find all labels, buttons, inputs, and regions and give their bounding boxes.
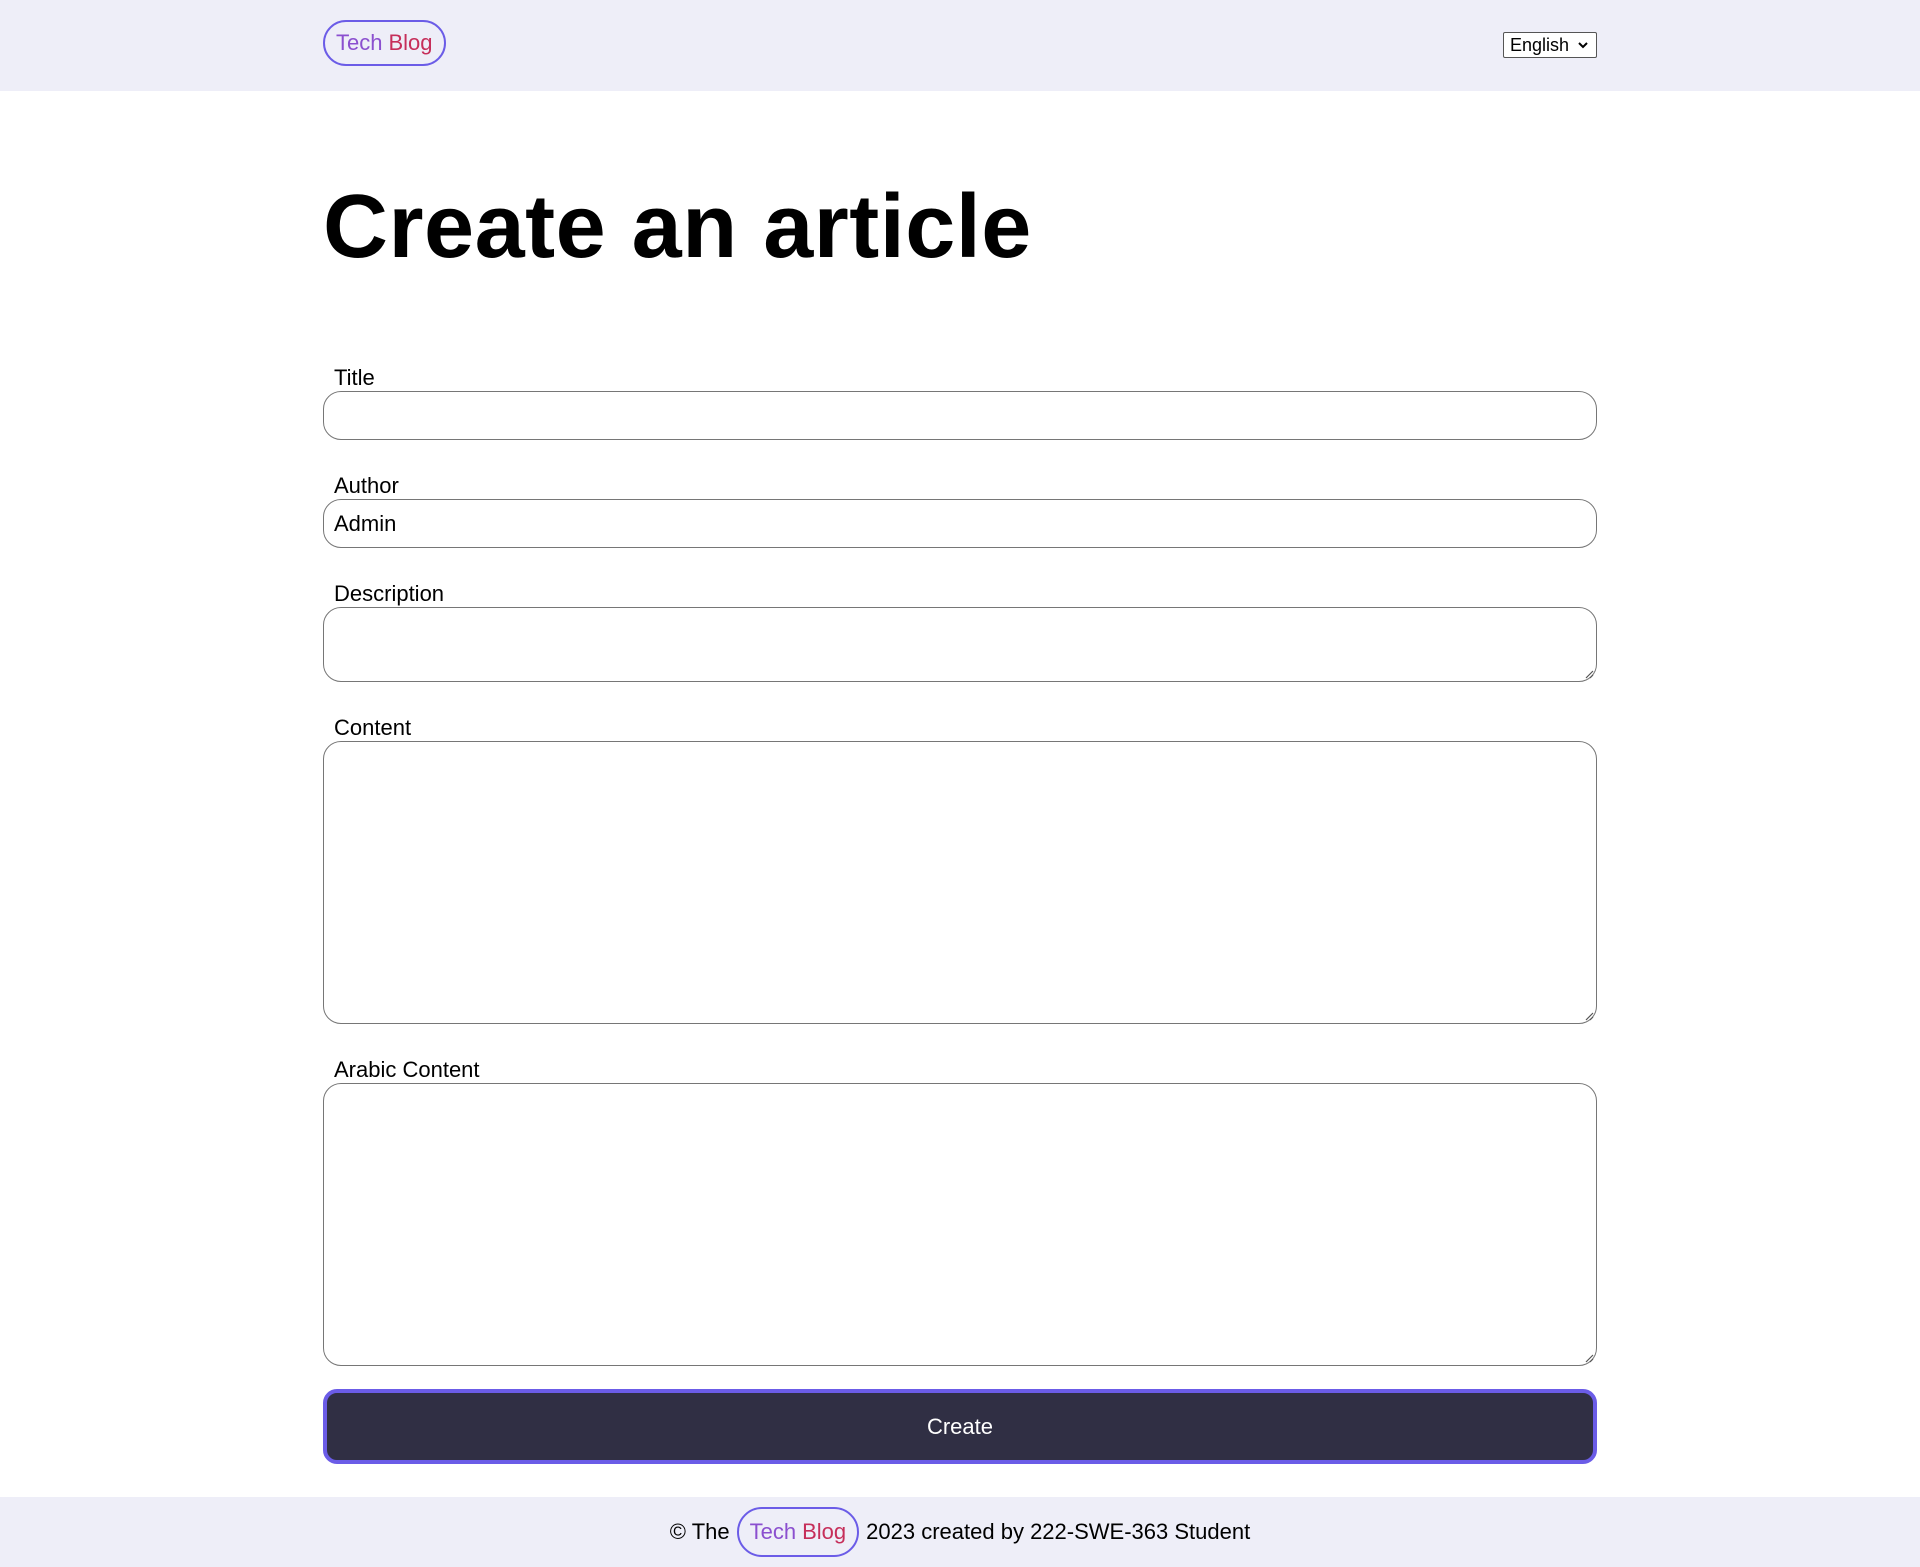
arabic-content-label: Arabic Content [334,1057,480,1082]
title-input[interactable] [323,391,1597,440]
content-label: Content [334,715,412,740]
arabic-content-textarea[interactable] [323,1083,1597,1366]
create-button[interactable]: Create [323,1389,1597,1464]
language-select[interactable]: English [1503,32,1597,58]
author-input[interactable] [323,499,1597,548]
resize-handle-icon[interactable] [1584,1353,1594,1363]
logo-word-blog: Blog [388,30,433,55]
footer-text: © The Tech Blog 2023 created by 222-SWE-3… [0,1497,1920,1567]
footer-suffix: 2023 created by 222-SWE-363 Student [866,1519,1251,1544]
footer-logo-link[interactable]: Tech Blog [736,1507,860,1557]
logo-word-tech: Tech [749,1519,797,1544]
footer: © The Tech Blog 2023 created by 222-SWE-3… [0,1497,1920,1567]
logo-link[interactable]: Tech Blog [323,20,446,66]
description-textarea[interactable] [323,607,1597,682]
logo-word-blog: Blog [802,1519,847,1544]
title-label: Title [334,365,375,390]
description-label: Description [334,581,445,606]
resize-handle-icon[interactable] [1584,669,1594,679]
logo-word-tech: Tech [336,30,383,55]
footer-prefix: © The [669,1519,730,1544]
resize-handle-icon[interactable] [1584,1011,1594,1021]
chevron-down-icon [1577,37,1589,58]
language-selected-value: English [1510,34,1570,55]
content-textarea[interactable] [323,741,1597,1024]
author-label: Author [334,473,399,498]
top-navbar: Tech Blog English [0,0,1920,91]
page-title: Create an article [323,177,1032,277]
